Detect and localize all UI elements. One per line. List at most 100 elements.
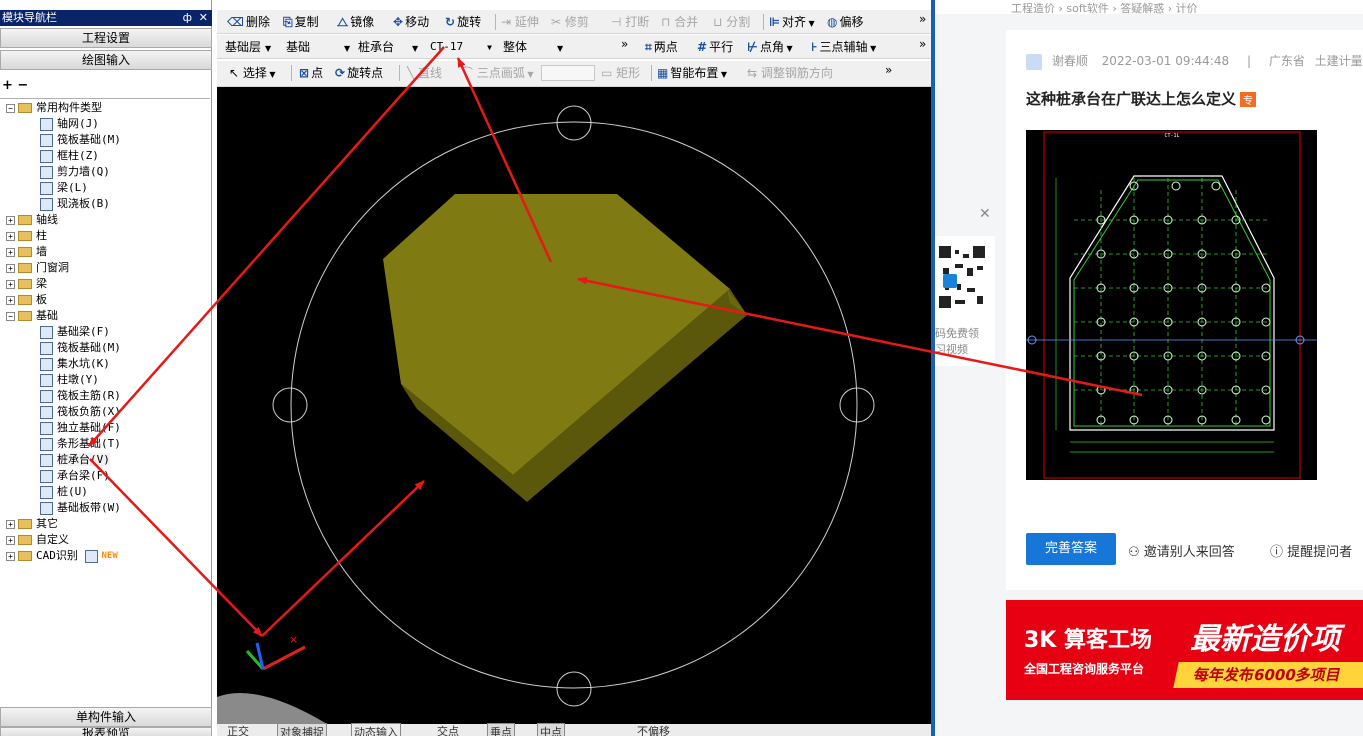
toolbar-overflow-icon[interactable]: » — [621, 35, 628, 53]
offset-button[interactable]: ◍ 偏移 — [827, 13, 864, 31]
tree-item-raft-main-rebar[interactable]: 筏板主筋(R) — [40, 388, 121, 404]
tree-item-sump-pit[interactable]: 集水坑(K) — [40, 356, 110, 372]
tree-node-axis[interactable]: + 轴线 — [6, 212, 58, 228]
single-component-input-button[interactable]: 单构件输入 — [0, 707, 212, 727]
rotate-button[interactable]: ↻ 旋转 — [445, 13, 481, 31]
expand-icon[interactable]: + — [6, 551, 15, 561]
ad-banner[interactable]: 3K 算客工场 全国工程咨询服务平台 最新造价项 每年发布6000多项目 — [1006, 600, 1363, 700]
drawing-canvas[interactable]: × — [217, 87, 931, 724]
rect-button[interactable]: ▭ 矩形 — [601, 64, 640, 82]
adjust-rebar-button[interactable]: ⇆ 调整钢筋方向 — [747, 64, 833, 82]
remind-asker-link[interactable]: ⓘ 提醒提问者 — [1270, 541, 1352, 560]
tree-item-strip-footing[interactable]: 条形基础(T) — [40, 436, 121, 452]
breadcrumb-text[interactable]: 工程造价 › soft软件 › 答疑解惑 › 计价 — [1011, 0, 1198, 16]
tree-item-pile[interactable]: 桩(U) — [40, 484, 88, 500]
tree-node-cad-recognition[interactable]: + CAD识别 NEW — [6, 548, 118, 564]
point-button[interactable]: ⊠ 点 — [299, 64, 323, 82]
expand-icon[interactable]: + — [6, 215, 15, 225]
tree-expand-collapse-icons[interactable]: + − — [2, 78, 28, 93]
qr-close-icon[interactable]: ✕ — [979, 206, 991, 222]
tree-item-column-pier[interactable]: 柱墩(Y) — [40, 372, 99, 388]
tree-item-slab[interactable]: 现浇板(B) — [40, 196, 110, 212]
parallel-button[interactable]: # 平行 — [697, 38, 733, 56]
subject-tag[interactable]: 土建计量GTJ — [1315, 54, 1363, 68]
tree-item-axis-grid[interactable]: 轴网(J) — [40, 116, 99, 132]
tree-item-isolated-footing[interactable]: 独立基础(F) — [40, 420, 121, 436]
merge-button[interactable]: ⊓ 合并 — [661, 13, 698, 31]
midpoint-snap-toggle[interactable]: 中点 — [537, 723, 565, 736]
tree-node-openings[interactable]: + 门窗洞 — [6, 260, 69, 276]
line-button[interactable]: ╲ 直线 — [407, 64, 442, 82]
smart-layout-dropdown[interactable]: ▦ 智能布置 ▼ — [657, 64, 727, 82]
tree-node-common[interactable]: − 常用构件类型 — [6, 100, 102, 116]
author-name[interactable]: 谢春顺 — [1052, 54, 1088, 68]
type-select[interactable]: 桩承台 ▼ — [358, 38, 418, 56]
toolbar-overflow-icon[interactable]: » — [919, 10, 926, 28]
copy-button[interactable]: ⎘ 复制 — [283, 13, 319, 31]
tree-item-cap-beam[interactable]: 承台梁(F) — [40, 468, 110, 484]
mirror-button[interactable]: ⧍ 镜像 — [337, 13, 374, 31]
expand-icon[interactable]: + — [6, 231, 15, 241]
category-select[interactable]: 基础 ▼ — [286, 38, 350, 56]
toolbar-overflow-icon[interactable]: » — [885, 61, 892, 79]
align-dropdown[interactable]: ⊫ 对齐 ▼ — [769, 13, 815, 31]
collapse-icon[interactable]: − — [6, 103, 15, 113]
point-angle-button[interactable]: ⊬ 点角 ▼ — [747, 38, 793, 56]
tree-node-foundation[interactable]: − 基础 — [6, 308, 58, 324]
toolbar-overflow-icon[interactable]: » — [919, 35, 926, 53]
two-points-button[interactable]: ⌗ 两点 — [645, 38, 678, 56]
no-offset-toggle[interactable]: 不偏移 — [637, 723, 670, 736]
tree-item-foundation-strip[interactable]: 基础板带(W) — [40, 500, 121, 516]
rotate-point-button[interactable]: ⟳ 旋转点 — [335, 64, 383, 82]
expand-icon[interactable]: + — [6, 519, 15, 529]
tree-node-custom[interactable]: + 自定义 — [6, 532, 69, 548]
tree-node-other[interactable]: + 其它 — [6, 516, 58, 532]
report-preview-button[interactable]: 报表预览 — [0, 727, 212, 736]
collapse-icon[interactable]: − — [6, 311, 15, 321]
expand-icon[interactable]: + — [6, 263, 15, 273]
project-settings-button[interactable]: 工程设置 — [0, 28, 212, 48]
tree-item-pile-cap[interactable]: 桩承台(V) — [40, 452, 110, 468]
three-point-aux-button[interactable]: ⊦ 三点辅轴 ▼ — [811, 38, 876, 56]
split-button[interactable]: ⊔ 分割 — [713, 13, 750, 31]
expand-icon[interactable]: + — [6, 279, 15, 289]
delete-button[interactable]: ⌫ 删除 — [227, 13, 270, 31]
expand-icon[interactable]: + — [6, 247, 15, 257]
tree-item-beam[interactable]: 梁(L) — [40, 180, 88, 196]
expand-icon[interactable]: + — [6, 295, 15, 305]
invite-answer-link[interactable]: ⚇ 邀请别人来回答 — [1128, 541, 1235, 560]
break-button[interactable]: ⊣ 打断 — [611, 13, 649, 31]
avatar[interactable] — [1026, 53, 1042, 70]
tree-item-raft-foundation[interactable]: 筏板基础(M) — [40, 132, 121, 148]
question-title[interactable]: 这种桩承台在广联达上怎么定义专 — [1026, 88, 1257, 109]
close-icon[interactable]: ✕ — [199, 10, 208, 26]
tree-node-wall[interactable]: + 墙 — [6, 244, 47, 260]
element-select[interactable]: CT-17 ▼ — [430, 38, 492, 56]
extend-button[interactable]: ⇥ 延伸 — [501, 13, 539, 31]
tree-node-slab[interactable]: + 板 — [6, 292, 47, 308]
expand-icon[interactable]: + — [6, 535, 15, 545]
tree-item-raft-negative-rebar[interactable]: 筏板负筋(X) — [40, 404, 121, 420]
improve-answer-button[interactable]: 完善答案 — [1026, 533, 1116, 565]
move-button[interactable]: ✥ 移动 — [393, 13, 429, 31]
tree-item-shear-wall[interactable]: 剪力墙(Q) — [40, 164, 110, 180]
tree-item-raft-foundation-2[interactable]: 筏板基础(M) — [40, 340, 121, 356]
select-dropdown[interactable]: ↖ 选择 ▼ — [229, 64, 276, 82]
display-mode-select[interactable]: 整体 ▼ — [503, 38, 563, 56]
tree-item-frame-column[interactable]: 框柱(Z) — [40, 148, 99, 164]
intersection-snap-toggle[interactable]: 交点 — [437, 723, 459, 736]
tree-node-beam[interactable]: + 梁 — [6, 276, 47, 292]
qr-code-popup[interactable]: 码免费领 习视频 — [935, 236, 995, 366]
tree-node-column[interactable]: + 柱 — [6, 228, 47, 244]
arc-dropdown[interactable]: ⌒ 三点画弧 ▼ — [461, 64, 534, 82]
layer-select[interactable]: 基础层 ▼ — [225, 38, 271, 56]
trim-button[interactable]: ✂ 修剪 — [551, 13, 589, 31]
question-image[interactable]: CT-1L — [1026, 130, 1317, 480]
drawing-input-button[interactable]: 绘图输入 — [0, 50, 212, 70]
perpendicular-snap-toggle[interactable]: 垂点 — [487, 723, 515, 736]
pin-icon[interactable]: ф — [183, 10, 192, 26]
object-snap-toggle[interactable]: 对象捕捉 — [277, 723, 327, 736]
tree-item-foundation-beam[interactable]: 基础梁(F) — [40, 324, 110, 340]
ortho-toggle[interactable]: 正交 — [227, 723, 249, 736]
arc-param-select[interactable] — [541, 65, 595, 81]
